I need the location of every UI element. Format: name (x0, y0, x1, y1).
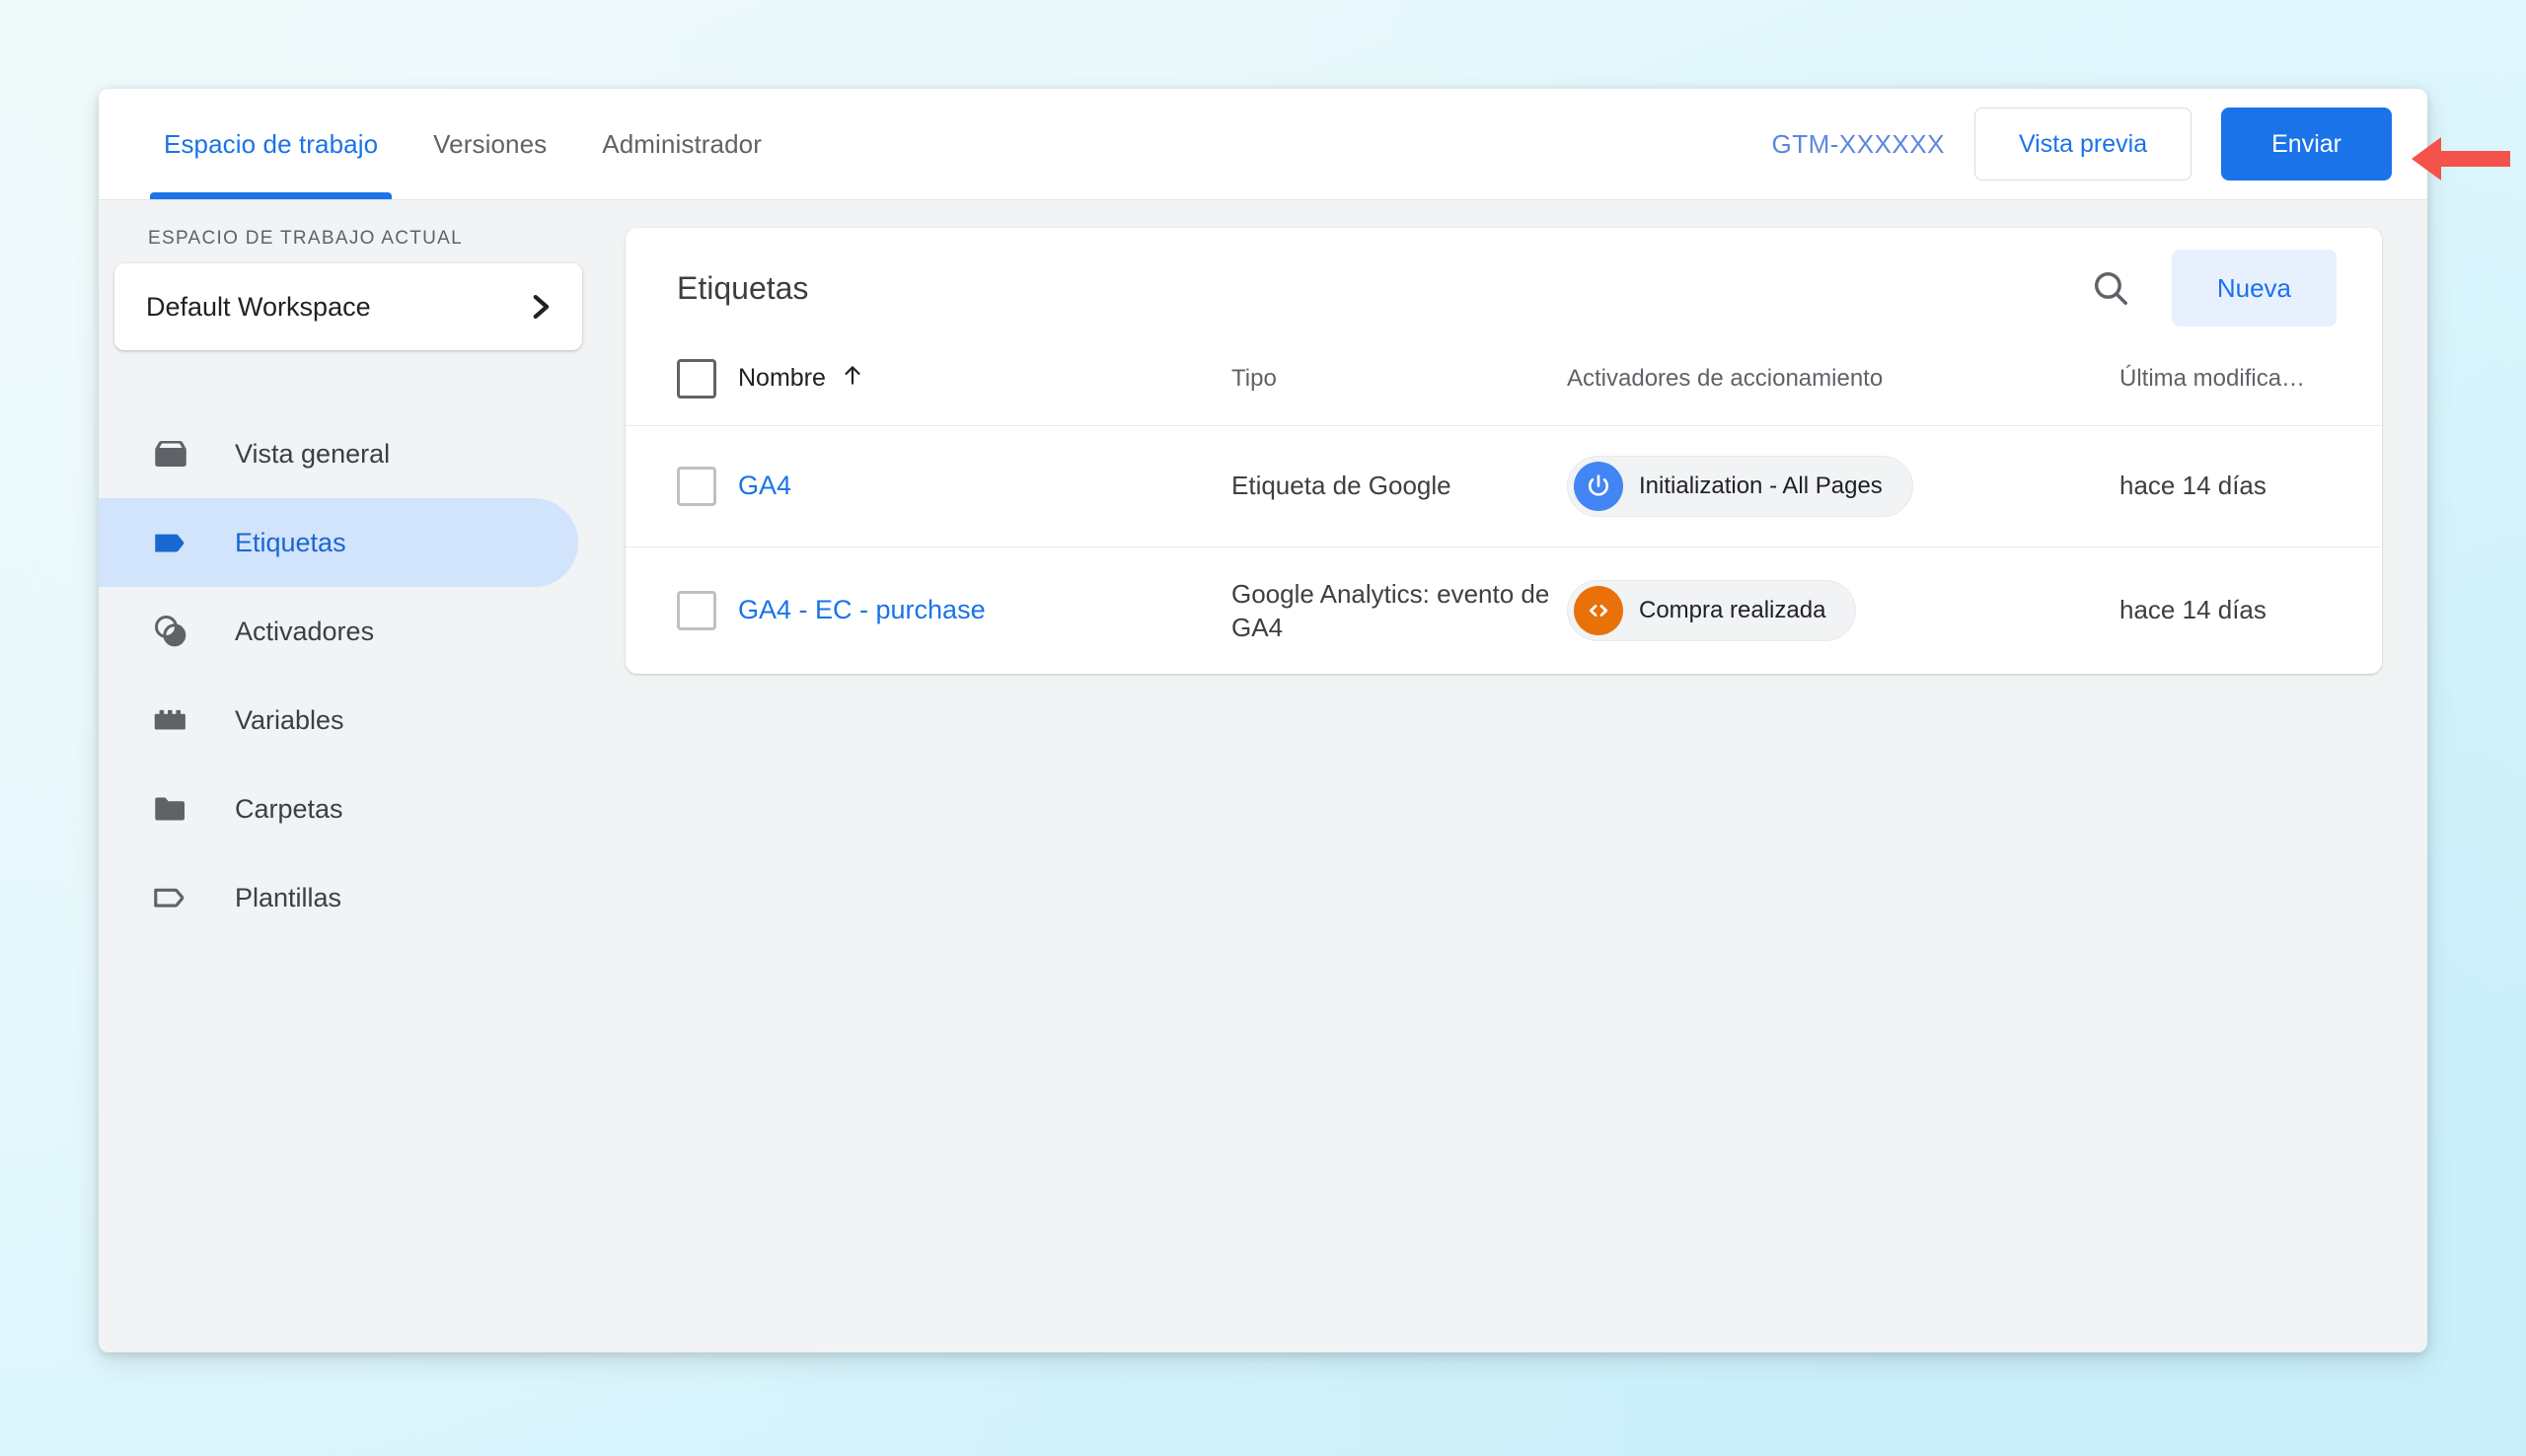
row-type-cell: Etiqueta de Google (1231, 425, 1567, 547)
tags-table-header: Nombre Tipo Activadores de accionamiento… (626, 348, 2382, 426)
sidebar-item-label: Plantillas (235, 882, 342, 912)
tab-label: Espacio de trabajo (164, 128, 379, 159)
table-row[interactable]: GA4 Etiqueta de Google Initialization - … (626, 425, 2382, 547)
select-all-checkbox[interactable] (677, 358, 716, 399)
arrow-up-icon (840, 362, 865, 395)
tag-name-link[interactable]: GA4 - EC - purchase (738, 595, 986, 624)
template-tag-icon (148, 875, 193, 920)
submit-button[interactable]: Enviar (2221, 108, 2392, 181)
column-label: Tipo (1231, 364, 1277, 392)
sidebar: ESPACIO DE TRABAJO ACTUAL Default Worksp… (99, 200, 626, 1352)
table-header-row: Nombre Tipo Activadores de accionamiento… (626, 348, 2382, 426)
row-modified-cell: hace 14 días (2119, 425, 2382, 547)
top-navigation-bar: Espacio de trabajo Versiones Administrad… (99, 89, 2427, 200)
sidebar-item-activadores[interactable]: Activadores (99, 587, 626, 676)
row-name-cell: GA4 (738, 425, 1231, 547)
tab-espacio-de-trabajo[interactable]: Espacio de trabajo (136, 89, 406, 199)
trigger-circles-icon (148, 609, 193, 654)
tags-table: Nombre Tipo Activadores de accionamiento… (626, 348, 2382, 674)
sidebar-item-label: Activadores (235, 616, 375, 646)
trigger-label: Initialization - All Pages (1639, 472, 1883, 499)
sidebar-item-label: Vista general (235, 438, 391, 469)
sidebar-nav: Vista general Etiquetas Activadores Vari… (99, 409, 626, 942)
code-brackets-icon (1574, 585, 1623, 635)
tab-label: Administrador (602, 128, 762, 159)
tab-administrador[interactable]: Administrador (574, 89, 789, 199)
sidebar-item-label: Variables (235, 704, 344, 735)
preview-button[interactable]: Vista previa (1973, 108, 2192, 181)
tab-label: Versiones (433, 128, 548, 159)
tags-card-header: Etiquetas Nueva (626, 228, 2382, 348)
trigger-chip[interactable]: Initialization - All Pages (1567, 455, 1913, 517)
tag-icon (148, 520, 193, 565)
column-ultima-modificacion[interactable]: Última modifica… (2119, 348, 2382, 426)
sidebar-item-carpetas[interactable]: Carpetas (99, 764, 626, 853)
workspace-section-label: ESPACIO DE TRABAJO ACTUAL (148, 228, 463, 249)
row-trigger-cell: Compra realizada (1567, 546, 2119, 674)
row-name-cell: GA4 - EC - purchase (738, 546, 1231, 674)
tags-card-actions: Nueva (2083, 250, 2337, 327)
row-checkbox[interactable] (677, 590, 716, 630)
chevron-right-icon (523, 290, 557, 324)
page-title: Etiquetas (677, 269, 809, 306)
gtm-app-window: Espacio de trabajo Versiones Administrad… (99, 89, 2427, 1352)
column-label: Nombre (738, 364, 826, 393)
power-icon (1574, 461, 1623, 511)
sidebar-item-label: Carpetas (235, 793, 343, 824)
new-tag-button[interactable]: Nueva (2171, 250, 2337, 327)
column-select-all (626, 348, 738, 426)
sidebar-item-variables[interactable]: Variables (99, 676, 626, 764)
row-modified-cell: hace 14 días (2119, 595, 2266, 625)
row-select-cell (626, 546, 738, 674)
search-icon[interactable] (2083, 260, 2138, 316)
column-activadores[interactable]: Activadores de accionamiento (1567, 348, 2119, 426)
workspace-selector[interactable]: Default Workspace (114, 263, 582, 350)
column-tipo[interactable]: Tipo (1231, 348, 1567, 426)
row-type-cell: Google Analytics: evento de GA4 (1231, 578, 1550, 642)
sidebar-item-label: Etiquetas (235, 527, 346, 557)
container-id-link[interactable]: GTM-XXXXXX (1771, 129, 1944, 160)
column-nombre[interactable]: Nombre (738, 348, 1231, 426)
tags-table-body: GA4 Etiqueta de Google Initialization - … (626, 425, 2382, 674)
tag-name-link[interactable]: GA4 (738, 471, 791, 500)
sidebar-item-vista-general[interactable]: Vista general (99, 409, 626, 498)
workspace-name: Default Workspace (146, 291, 371, 322)
topbar-actions: GTM-XXXXXX Vista previa Enviar (1771, 108, 2427, 181)
row-select-cell (626, 425, 738, 547)
column-label: Activadores de accionamiento (1567, 364, 1884, 392)
trigger-chip[interactable]: Compra realizada (1567, 579, 1857, 641)
variables-brick-icon (148, 697, 193, 743)
main-tabs: Espacio de trabajo Versiones Administrad… (99, 89, 789, 199)
sidebar-item-etiquetas[interactable]: Etiquetas (99, 498, 578, 587)
tab-versiones[interactable]: Versiones (406, 89, 574, 199)
folder-icon (148, 786, 193, 832)
table-row[interactable]: GA4 - EC - purchase Google Analytics: ev… (626, 546, 2382, 674)
row-checkbox[interactable] (677, 466, 716, 506)
tags-card: Etiquetas Nueva Nombre Tipo Activadores … (626, 228, 2382, 675)
trigger-label: Compra realizada (1639, 596, 1826, 623)
column-label: Última modifica… (2119, 364, 2306, 392)
app-body: ESPACIO DE TRABAJO ACTUAL Default Worksp… (99, 200, 2427, 1352)
overview-box-icon (148, 431, 193, 476)
main-content: Etiquetas Nueva Nombre Tipo Activadores … (626, 200, 2427, 1352)
left-arrow-annotation (2412, 136, 2510, 182)
row-trigger-cell: Initialization - All Pages (1567, 425, 2119, 547)
sidebar-item-plantillas[interactable]: Plantillas (99, 853, 626, 942)
